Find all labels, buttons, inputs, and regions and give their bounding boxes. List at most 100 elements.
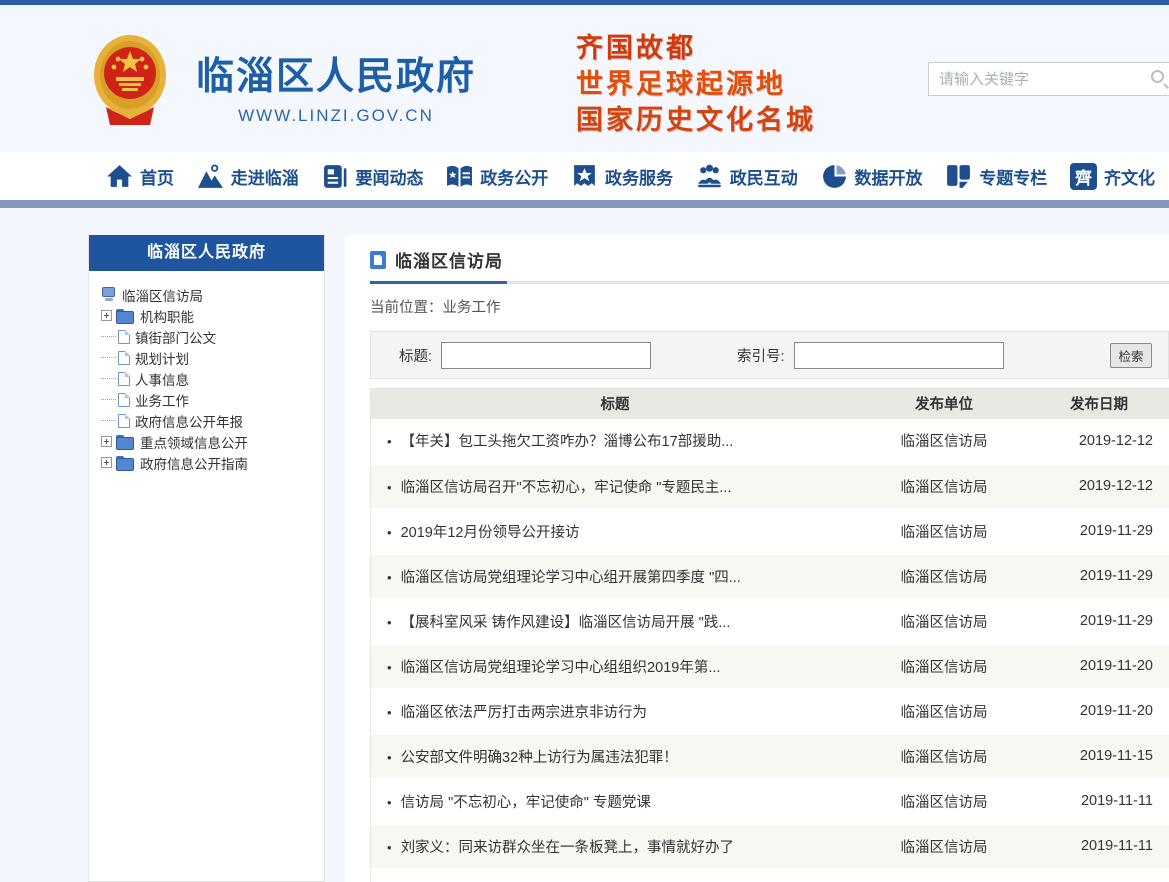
- sidebar-item-guihuajihua[interactable]: 规划计划: [101, 347, 316, 368]
- nav-label: 齐文化: [1104, 164, 1155, 189]
- publish-date: 2019-11-11: [1029, 824, 1169, 869]
- site-search-input[interactable]: [939, 63, 1139, 95]
- document-icon: [118, 393, 130, 407]
- slogan-line-3: 国家历史文化名城: [576, 103, 816, 139]
- publish-date: 2019-11-11: [1029, 779, 1169, 824]
- publish-unit: 临淄区信访局: [859, 509, 1029, 554]
- nav-item-qi-culture[interactable]: 齊 齐文化: [1070, 163, 1155, 190]
- article-title-link[interactable]: 临淄区信访局召开"不忘初心，牢记使命 "专题民主...: [401, 480, 732, 496]
- table-row[interactable]: •临淄区信访局召开"不忘初心，牢记使命 "专题民主... 临淄区信访局 2019…: [371, 464, 1169, 509]
- table-row[interactable]: •临淄区信访局党组理论学习中心组组织2019年第... 临淄区信访局 2019-…: [371, 644, 1169, 689]
- search-icon[interactable]: [1151, 70, 1169, 88]
- folder-icon: [116, 435, 133, 448]
- bullet-icon: •: [387, 570, 392, 585]
- home-icon: [106, 163, 133, 190]
- article-title-link[interactable]: 信访局 "不忘初心，牢记使命" 专题党课: [401, 795, 651, 811]
- article-title-link[interactable]: 临淄区依法严厉打击两宗进京非访行为: [401, 705, 648, 721]
- publish-unit: 临淄区信访局: [859, 554, 1029, 599]
- nav-item-news[interactable]: 要闻动态: [322, 163, 424, 190]
- publish-date: 2019-12-12: [1029, 419, 1169, 464]
- nav-label: 要闻动态: [356, 164, 424, 189]
- pie-chart-icon: [821, 163, 848, 190]
- publish-date: 2019-12-12: [1029, 464, 1169, 509]
- article-title-link[interactable]: 公安部文件明确32种上访行为属违法犯罪！: [401, 750, 678, 766]
- nav-item-gov-service[interactable]: 政务服务: [571, 163, 673, 190]
- filter-bar: 标题: 索引号: 检索: [370, 331, 1169, 379]
- tree-label: 机构职能: [140, 306, 194, 326]
- publish-unit: 临淄区信访局: [859, 644, 1029, 689]
- section-title-row: 临淄区信访局: [370, 247, 1169, 281]
- article-title-link[interactable]: 2019年12月份领导公开接访: [401, 525, 580, 541]
- tree-label: 政府信息公开指南: [140, 453, 248, 473]
- sidebar-item-zhongdian-lingyu[interactable]: 重点领域信息公开: [101, 431, 316, 452]
- column-header-date: 发布日期: [1029, 389, 1169, 419]
- tree-label: 政府信息公开年报: [135, 411, 243, 431]
- document-icon: [118, 351, 130, 365]
- nav-item-about[interactable]: 走进临淄: [197, 163, 299, 190]
- tree-label: 人事信息: [135, 369, 189, 389]
- article-title-link[interactable]: 【年关】包工头拖欠工资咋办？淄博公布17部援助...: [401, 434, 734, 450]
- table-row[interactable]: •临淄区信访局党组理论学习中心组开展第四季度 "四... 临淄区信访局 2019…: [371, 554, 1169, 599]
- breadcrumb-label: 当前位置：: [370, 300, 443, 316]
- breadcrumb-current[interactable]: 业务工作: [443, 300, 501, 316]
- section-title: 临淄区信访局: [395, 247, 503, 272]
- publish-unit: 临淄区信访局: [859, 599, 1029, 644]
- nav-item-home[interactable]: 首页: [106, 163, 174, 190]
- folder-icon: [116, 456, 133, 469]
- publish-unit: 临淄区信访局: [859, 824, 1029, 869]
- site-title-block: 临淄区人民政府 WWW.LINZI.GOV.CN: [186, 45, 486, 126]
- bullet-icon: •: [387, 434, 392, 449]
- nav-item-interaction[interactable]: 政民互动: [696, 163, 798, 190]
- nav-item-special-columns[interactable]: 专题专栏: [945, 163, 1047, 190]
- article-title-link[interactable]: 【展科室风采 铸作风建设】临淄区信访局开展 "践...: [401, 615, 731, 631]
- table-row[interactable]: •【展科室风采 铸作风建设】临淄区信访局开展 "践... 临淄区信访局 2019…: [371, 599, 1169, 644]
- nav-bottom-strip: [0, 200, 1169, 208]
- filter-index-input[interactable]: [794, 342, 1004, 369]
- nav-label: 数据开放: [855, 164, 923, 189]
- filter-title-input[interactable]: [441, 342, 651, 369]
- nav-item-open-data[interactable]: 数据开放: [821, 163, 923, 190]
- nav-item-gov-info[interactable]: 政务公开: [446, 163, 548, 190]
- expand-plus-icon[interactable]: [101, 310, 112, 321]
- sidebar-item-gongkai-nianbao[interactable]: 政府信息公开年报: [101, 410, 316, 431]
- sidebar-item-gongkai-zhinan[interactable]: 政府信息公开指南: [101, 452, 316, 473]
- sidebar-item-jigouzhineng[interactable]: 机构职能: [101, 305, 316, 326]
- column-header-title: 标题: [371, 389, 860, 419]
- table-row[interactable]: •临淄区依法严厉打击两宗进京非访行为 临淄区信访局 2019-11-20: [371, 689, 1169, 734]
- publish-unit: 临淄区信访局: [859, 869, 1029, 882]
- site-url: WWW.LINZI.GOV.CN: [186, 106, 486, 126]
- article-title-link[interactable]: 临淄区信访局党组理论学习中心组组织2019年第...: [401, 660, 721, 676]
- tree-label: 重点领域信息公开: [140, 432, 248, 452]
- article-table: 标题 发布单位 发布日期 • 【年关】包工头拖欠工资咋办？淄博公布17部援助...…: [370, 388, 1169, 882]
- main-content: 临淄区信访局 当前位置：业务工作 标题: 索引号: 检索 标题 发布单位 发布日…: [345, 235, 1169, 882]
- tree-connector: [101, 357, 116, 358]
- tree-label: 规划计划: [135, 348, 189, 368]
- nav-label: 政民互动: [730, 164, 798, 189]
- expand-plus-icon[interactable]: [101, 436, 112, 447]
- national-emblem-logo: [92, 33, 168, 127]
- bullet-icon: •: [387, 840, 392, 855]
- sidebar-item-yewugongzuo[interactable]: 业务工作: [101, 389, 316, 410]
- article-title-link[interactable]: 临淄区信访局党组理论学习中心组开展第四季度 "四...: [401, 570, 741, 586]
- table-row[interactable]: •【年关】包工头拖欠工资咋办？淄博公布17部援助... 临淄区信访局 2019-…: [371, 419, 1169, 464]
- bullet-icon: •: [387, 615, 392, 630]
- filter-index-label: 索引号:: [737, 345, 785, 366]
- bullet-icon: •: [387, 660, 392, 675]
- tree-root-item[interactable]: 临淄区信访局: [101, 284, 316, 305]
- table-row[interactable]: •信访局 "不忘初心，牢记使命" 专题党课 临淄区信访局 2019-11-11: [371, 779, 1169, 824]
- table-row[interactable]: • 刘家义：同来访群众坐在一条板凳上，事情就好办了 临淄区信访局 2019-11-…: [371, 824, 1169, 869]
- table-row[interactable]: •临淄区信访局开展 "不忘初心、牢记使命" 主题教育... 临淄区信访局 201…: [371, 869, 1169, 882]
- article-title-link[interactable]: 刘家义：同来访群众坐在一条板凳上，事情就好办了: [401, 840, 735, 856]
- sidebar-item-renshixinxi[interactable]: 人事信息: [101, 368, 316, 389]
- table-row[interactable]: •公安部文件明确32种上访行为属违法犯罪！ 临淄区信访局 2019-11-15: [371, 734, 1169, 779]
- expand-plus-icon[interactable]: [101, 457, 112, 468]
- tree-label: 业务工作: [135, 390, 189, 410]
- sidebar-item-zhenjie-gongwen[interactable]: 镇街部门公文: [101, 326, 316, 347]
- publish-date: 2019-11-15: [1029, 734, 1169, 779]
- table-row[interactable]: •2019年12月份领导公开接访 临淄区信访局 2019-11-29: [371, 509, 1169, 554]
- table-header-row: 标题 发布单位 发布日期: [371, 389, 1169, 419]
- folder-icon: [116, 309, 133, 322]
- title-underline: [370, 281, 1169, 284]
- filter-search-button[interactable]: 检索: [1110, 343, 1152, 368]
- bullet-icon: •: [387, 795, 392, 810]
